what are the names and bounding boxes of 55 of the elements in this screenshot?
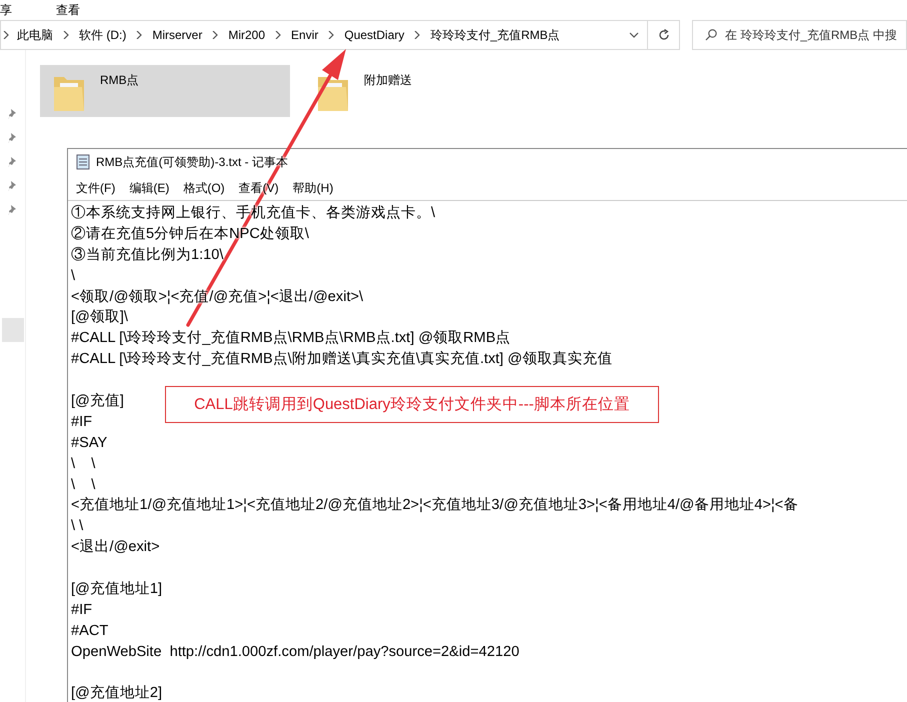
folder-name: RMB点	[100, 72, 139, 89]
pin-icon[interactable]	[8, 108, 18, 120]
pin-icon[interactable]	[8, 180, 18, 192]
chevron-icon[interactable]	[414, 31, 420, 39]
breadcrumb[interactable]: Envir	[291, 26, 318, 44]
dropdown-icon[interactable]	[629, 32, 639, 38]
text-line: #CALL [\玲玲玲支付_充值RMB点\附加赠送\真实充值\真实充值.txt] @领取真实充值	[71, 350, 612, 370]
chevron-icon[interactable]	[212, 31, 218, 39]
breadcrumb[interactable]: QuestDiary	[344, 26, 404, 44]
text-line: [@充值]	[71, 392, 124, 412]
address-bar[interactable]: 此电脑 软件 (D:) Mirserver Mir200 Envir QuestDiary 玲玲玲支付_充值RMB点	[0, 20, 648, 50]
breadcrumb[interactable]: 玲玲玲支付_充值RMB点	[430, 26, 560, 44]
chevron-icon[interactable]	[275, 31, 282, 39]
text-line: \ \	[71, 454, 96, 474]
folder-item[interactable]: RMB点	[40, 65, 290, 117]
text-line: #ACT	[71, 622, 108, 641]
pin-icon[interactable]	[8, 132, 18, 144]
menu-item[interactable]: 帮助(H)	[292, 179, 334, 197]
text-line: \ \	[71, 476, 96, 495]
refresh-icon	[658, 29, 670, 41]
refresh-button[interactable]	[648, 20, 680, 50]
menu-item[interactable]: 文件(F)	[76, 179, 116, 197]
text-line: #IF	[71, 600, 92, 620]
text-line: #IF	[71, 412, 92, 432]
notepad-icon	[76, 154, 90, 170]
search-field[interactable]: 在 玲玲玲支付_充值RMB点 中搜	[692, 20, 907, 50]
folder-name: 附加赠送	[364, 72, 412, 89]
breadcrumb[interactable]: Mir200	[228, 26, 266, 44]
menu-item[interactable]: 格式(O)	[183, 179, 225, 197]
breadcrumb[interactable]: 此电脑	[17, 26, 53, 44]
chevron-icon[interactable]	[328, 31, 334, 39]
annotation-label: CALL跳转调用到QuestDiary玲玲支付文件夹中---脚本所在位置	[165, 386, 659, 423]
breadcrumb[interactable]: Mirserver	[152, 26, 202, 44]
chevron-icon[interactable]	[136, 31, 142, 39]
text-line: <充值地址1/@充值地址1>¦<充值地址2/@充值地址2>¦<充值地址3/@充值地址3>¦<备用地址4/@备用地址4>¦<备	[71, 496, 798, 516]
ribbon-tab[interactable]: 享	[0, 3, 12, 17]
pin-icon[interactable]	[8, 204, 18, 216]
breadcrumb[interactable]: 软件 (D:)	[79, 26, 126, 44]
text-line: [@领取]\	[71, 308, 128, 328]
pin-icon[interactable]	[8, 156, 18, 168]
text-line: #CALL [\玲玲玲支付_充值RMB点\RMB点\RMB点.txt] @领取RMB点	[71, 328, 511, 348]
text-line: [@充值地址2]	[71, 684, 162, 702]
text-line: <退出/@exit>	[71, 538, 160, 558]
chevron-icon[interactable]	[63, 31, 69, 39]
text-line: OpenWebSite http://cdn1.000zf.com/player/pay?source=2&id=42120	[71, 642, 520, 662]
text-line: [@充值地址1]	[71, 580, 162, 600]
text-line: \	[71, 266, 76, 286]
chevron-icon[interactable]	[3, 31, 9, 39]
search-icon	[705, 29, 717, 41]
text-line: ③当前充值比例为1:10\	[71, 246, 224, 265]
ribbon-tab[interactable]: 查看	[56, 3, 80, 17]
folder-item[interactable]: 附加赠送	[304, 65, 554, 117]
menu-item[interactable]: 编辑(E)	[129, 179, 170, 197]
text-line: #SAY	[71, 434, 108, 453]
text-line: \ \	[71, 517, 84, 536]
